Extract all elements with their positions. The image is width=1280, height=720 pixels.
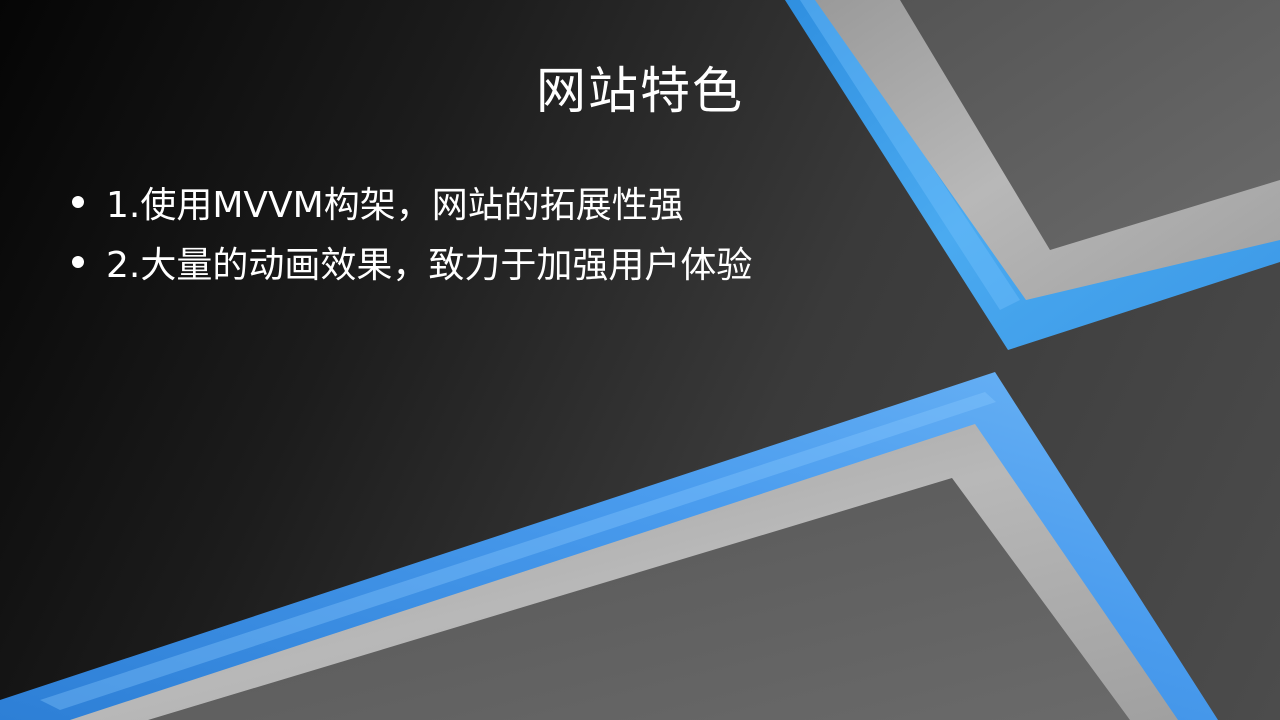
- bullet-dot-icon: [72, 196, 84, 208]
- bullet-item: 1.使用MVVM构架，网站的拓展性强: [72, 172, 752, 232]
- bullet-dot-icon: [72, 256, 84, 268]
- bullet-list: 1.使用MVVM构架，网站的拓展性强 2.大量的动画效果，致力于加强用户体验: [72, 172, 752, 292]
- bullet-text: 2.大量的动画效果，致力于加强用户体验: [106, 245, 753, 286]
- bottom-frame: [0, 372, 1218, 720]
- slide-title: 网站特色: [536, 62, 744, 120]
- top-right-frame: [785, 0, 1280, 350]
- bullet-item: 2.大量的动画效果，致力于加强用户体验: [72, 232, 752, 292]
- bullet-text: 1.使用MVVM构架，网站的拓展性强: [106, 185, 684, 226]
- slide: 网站特色 1.使用MVVM构架，网站的拓展性强 2.大量的动画效果，致力于加强用…: [0, 0, 1280, 720]
